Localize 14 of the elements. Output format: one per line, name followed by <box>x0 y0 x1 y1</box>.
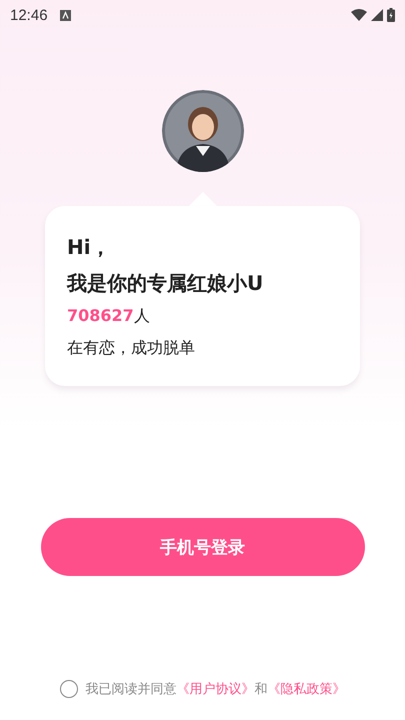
agreement-text: 我已阅读并同意《用户协议》和《隐私政策》 <box>86 681 346 698</box>
status-time: 12:46 <box>10 6 48 24</box>
user-agreement-link[interactable]: 《用户协议》 <box>176 682 254 697</box>
greeting-title: Hi， <box>67 234 112 261</box>
greeting-caption: 在有恋，成功脱单 <box>67 337 196 359</box>
privacy-policy-link[interactable]: 《隐私政策》 <box>268 682 346 697</box>
phone-login-button[interactable]: 手机号登录 <box>40 518 364 576</box>
agreement-checkbox[interactable] <box>60 680 78 698</box>
signal-icon <box>371 9 383 21</box>
battery-icon <box>387 8 395 22</box>
greeting-subtitle: 我是你的专属红娘小U <box>67 270 264 297</box>
notification-icon <box>60 10 71 20</box>
wifi-icon <box>351 9 367 21</box>
member-count: 708627人 <box>67 305 151 327</box>
